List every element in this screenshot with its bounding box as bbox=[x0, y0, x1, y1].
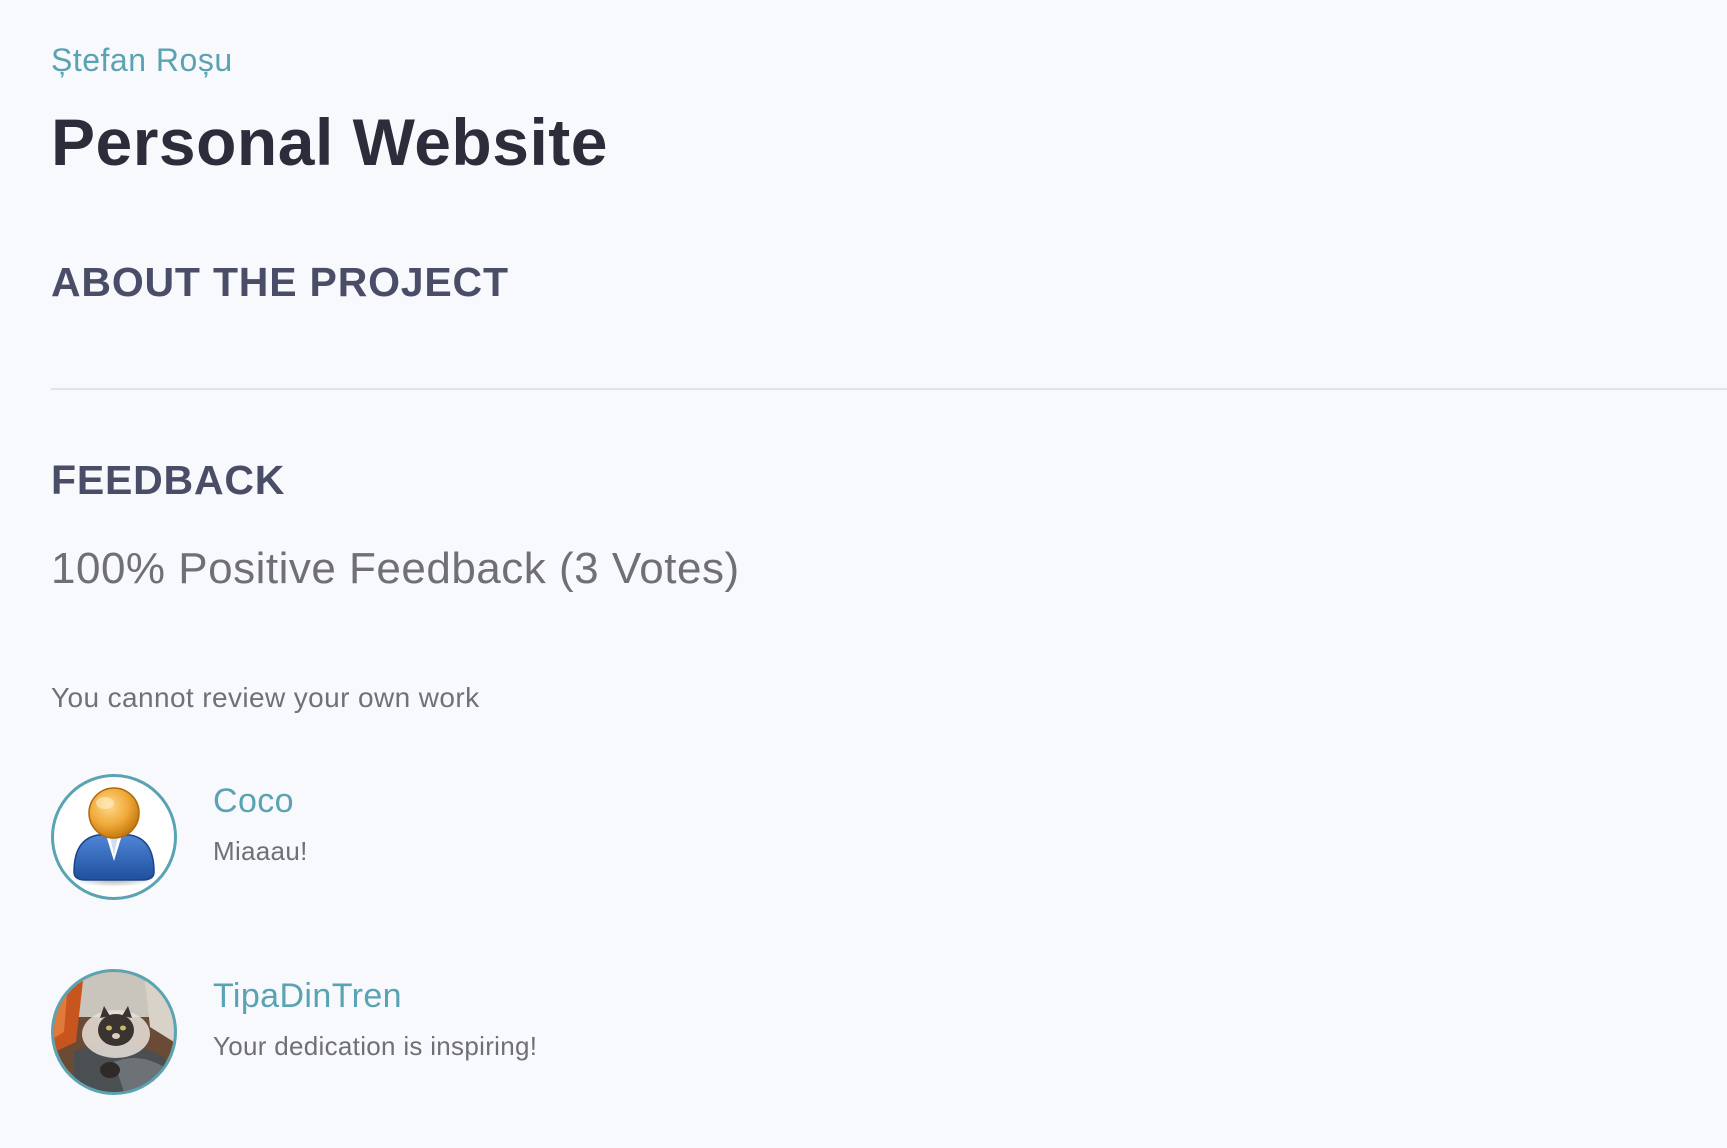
feedback-heading: FEEDBACK bbox=[51, 457, 286, 503]
review-notice: You cannot review your own work bbox=[51, 682, 480, 713]
reviewer-name[interactable]: TipaDinTren bbox=[213, 977, 402, 1016]
review-text: Miaaau! bbox=[213, 836, 308, 866]
page-title: Personal Website bbox=[51, 105, 608, 179]
reviewer-name[interactable]: Coco bbox=[213, 782, 294, 821]
review-item: TipaDinTren Your dedication is inspiring… bbox=[51, 969, 751, 1099]
default-user-icon bbox=[73, 787, 155, 887]
section-divider bbox=[51, 388, 1727, 390]
author-link[interactable]: Ștefan Roșu bbox=[51, 42, 233, 79]
reviewer-avatar[interactable] bbox=[51, 969, 177, 1095]
about-heading: ABOUT THE PROJECT bbox=[51, 259, 509, 305]
reviewer-avatar[interactable] bbox=[51, 774, 177, 900]
feedback-summary: 100% Positive Feedback (3 Votes) bbox=[51, 544, 740, 593]
cat-photo bbox=[54, 972, 174, 1092]
review-item: Coco Miaaau! bbox=[51, 774, 751, 904]
review-text: Your dedication is inspiring! bbox=[213, 1031, 538, 1061]
